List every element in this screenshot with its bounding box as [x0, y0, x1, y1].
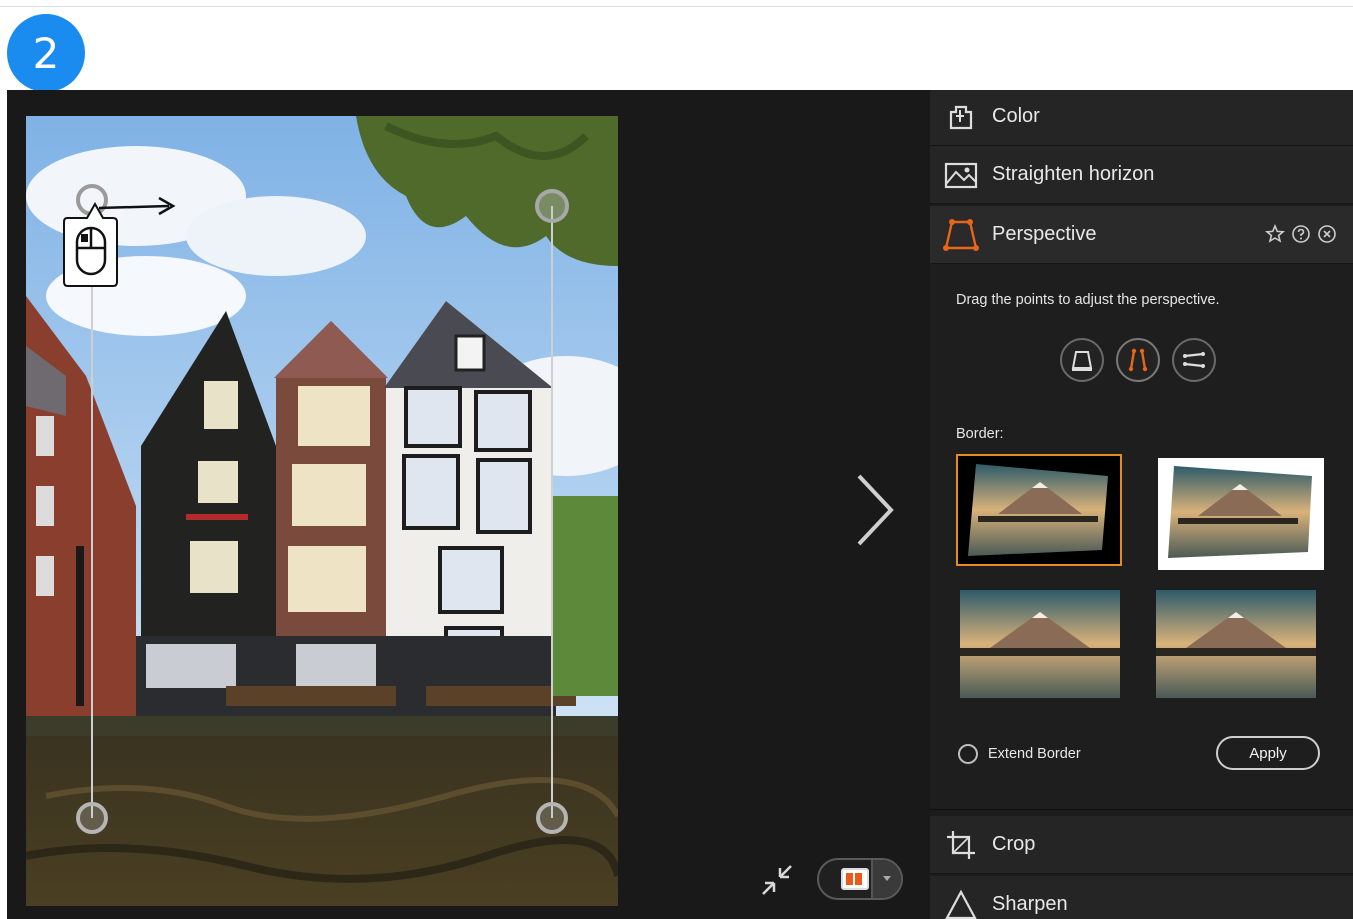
border-thumbnail: [958, 456, 1120, 564]
sharpen-icon: [942, 886, 980, 919]
step-badge: 2: [7, 14, 85, 92]
vertical-lines-mode-button[interactable]: [1116, 338, 1160, 382]
help-icon[interactable]: [1291, 224, 1311, 244]
photo-image: [26, 116, 618, 906]
border-thumbnail: [960, 590, 1120, 698]
collapse-view-icon[interactable]: [759, 862, 795, 898]
tool-label: Sharpen: [992, 893, 1068, 915]
perspective-options: Drag the points to adjust the perspectiv…: [930, 264, 1353, 810]
horizontal-lines-mode-button[interactable]: [1172, 338, 1216, 382]
perspective-handle-top-right[interactable]: [535, 189, 569, 223]
border-thumbnail: [1168, 466, 1312, 558]
star-icon[interactable]: [1264, 223, 1286, 244]
top-border: [0, 6, 1353, 7]
photo: [26, 116, 618, 906]
split-view-icon: [841, 868, 869, 890]
tool-crop[interactable]: Crop: [930, 816, 1353, 874]
app-window: Color Straighten horizon Perspective Dra…: [7, 90, 1353, 919]
extend-border-radio[interactable]: [958, 744, 978, 764]
chevron-down-icon[interactable]: [871, 860, 901, 898]
perspective-handle-bottom-right[interactable]: [536, 802, 568, 834]
border-thumbnail: [1156, 590, 1316, 698]
perspective-hint: Drag the points to adjust the perspectiv…: [956, 292, 1220, 308]
horizontal-lines-mode-icon: [1183, 352, 1205, 368]
perspective-handle-bottom-left[interactable]: [76, 802, 108, 834]
image-canvas: [7, 90, 932, 919]
border-option-black[interactable]: [956, 454, 1122, 566]
perspective-icon: [942, 216, 980, 254]
straighten-horizon-icon: [942, 156, 980, 194]
trapezoid-mode-button[interactable]: [1060, 338, 1104, 382]
tool-label: Color: [992, 105, 1040, 127]
tool-color[interactable]: Color: [930, 90, 1353, 146]
tool-straighten-horizon[interactable]: Straighten horizon: [930, 146, 1353, 204]
compare-view-toggle[interactable]: [817, 858, 903, 900]
close-icon[interactable]: [1317, 224, 1337, 244]
border-option-crop[interactable]: [960, 590, 1126, 702]
tool-sharpen[interactable]: Sharpen: [930, 876, 1353, 919]
vertical-lines-mode-icon: [1128, 348, 1148, 372]
trapezoid-mode-icon: [1071, 351, 1093, 371]
border-label: Border:: [956, 426, 1004, 442]
tool-label: Crop: [992, 833, 1036, 855]
tool-label: Straighten horizon: [992, 163, 1155, 185]
tools-panel: Color Straighten horizon Perspective Dra…: [930, 90, 1353, 919]
extend-border-label: Extend Border: [988, 746, 1081, 762]
tool-label: Perspective: [992, 223, 1097, 245]
tool-perspective[interactable]: Perspective: [930, 206, 1353, 264]
crop-icon: [942, 826, 980, 864]
next-arrow-icon[interactable]: [851, 470, 901, 550]
border-option-white[interactable]: [1158, 458, 1324, 570]
border-option-stretch[interactable]: [1156, 590, 1322, 702]
color-icon: [942, 98, 980, 136]
apply-button[interactable]: Apply: [1216, 736, 1320, 770]
